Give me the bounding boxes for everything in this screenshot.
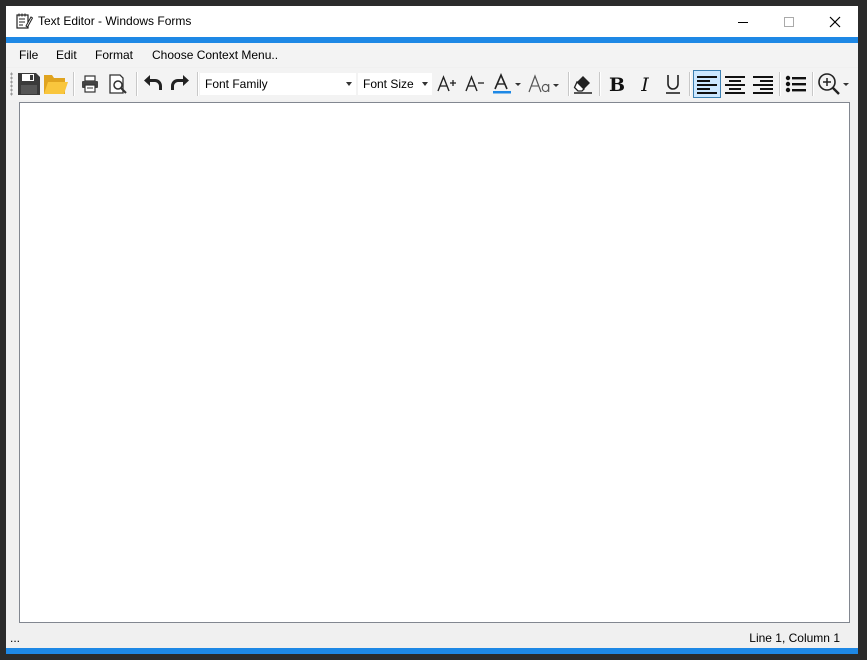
- close-icon: [829, 16, 841, 27]
- chevron-down-icon: [422, 82, 428, 86]
- undo-icon: [144, 75, 162, 90]
- decrease-font-icon: [465, 75, 484, 92]
- save-button[interactable]: [16, 71, 42, 97]
- print-preview-icon: [109, 74, 127, 94]
- app-window: Text Editor - Windows Forms File Edit Fo…: [6, 6, 858, 654]
- font-color-icon: [493, 73, 521, 94]
- underline-button[interactable]: [660, 71, 686, 97]
- accent-bar-bottom: [6, 648, 858, 654]
- print-button[interactable]: [77, 71, 103, 97]
- align-right-button[interactable]: [750, 71, 776, 97]
- status-bar: ... Line 1, Column 1: [6, 628, 858, 648]
- maximize-icon: [784, 16, 794, 27]
- italic-icon: I: [640, 74, 649, 94]
- font-family-combo[interactable]: Font Family: [200, 73, 356, 95]
- undo-button[interactable]: [140, 71, 166, 97]
- toolbar-separator: [779, 72, 781, 96]
- align-left-button[interactable]: [693, 70, 721, 98]
- notepad-icon: [15, 12, 33, 30]
- underline-icon: [666, 75, 680, 94]
- toolbar-separator: [73, 72, 75, 96]
- redo-icon: [171, 75, 189, 90]
- toolbar-grip[interactable]: [10, 72, 13, 96]
- change-case-button[interactable]: [527, 71, 561, 97]
- increase-font-icon: [437, 75, 456, 92]
- svg-text:B: B: [609, 74, 625, 94]
- toolbar-separator: [599, 72, 601, 96]
- toolbar-separator: [197, 72, 199, 96]
- increase-font-button[interactable]: [434, 71, 460, 97]
- align-right-icon: [753, 76, 773, 94]
- redo-button[interactable]: [167, 71, 193, 97]
- svg-text:I: I: [640, 74, 649, 94]
- close-button[interactable]: [812, 6, 858, 37]
- minimize-icon: [738, 21, 748, 23]
- bold-icon: B: [609, 74, 625, 94]
- print-icon: [82, 75, 98, 93]
- menu-bar: File Edit Format Choose Context Menu..: [6, 43, 858, 67]
- toolbar-separator: [812, 72, 814, 96]
- font-family-value: Font Family: [205, 77, 268, 91]
- toolbar-separator: [136, 72, 138, 96]
- bullet-list-button[interactable]: [783, 71, 809, 97]
- font-color-button[interactable]: [490, 71, 524, 97]
- cursor-position: Line 1, Column 1: [749, 631, 840, 645]
- decrease-font-button[interactable]: [462, 71, 488, 97]
- font-size-combo[interactable]: Font Size: [358, 73, 432, 95]
- toolbar-separator: [689, 72, 691, 96]
- bold-button[interactable]: B: [604, 71, 630, 97]
- bullet-list-icon: [785, 75, 806, 93]
- align-center-button[interactable]: [722, 71, 748, 97]
- clear-format-button[interactable]: [570, 71, 596, 97]
- minimize-button[interactable]: [720, 6, 766, 37]
- italic-button[interactable]: I: [632, 71, 658, 97]
- save-icon: [18, 73, 40, 95]
- menu-edit[interactable]: Edit: [56, 43, 77, 67]
- menu-choose-context[interactable]: Choose Context Menu..: [152, 43, 278, 67]
- zoom-button[interactable]: [816, 71, 852, 97]
- align-left-icon: [697, 76, 717, 94]
- zoom-icon: [818, 73, 849, 95]
- open-button[interactable]: [43, 71, 69, 97]
- align-center-icon: [725, 76, 745, 94]
- open-folder-icon: [44, 75, 68, 94]
- menu-file[interactable]: File: [19, 43, 38, 67]
- maximize-button[interactable]: [766, 6, 812, 37]
- print-preview-button[interactable]: [105, 71, 131, 97]
- chevron-down-icon: [346, 82, 352, 86]
- menu-format[interactable]: Format: [95, 43, 133, 67]
- status-left-text: ...: [10, 631, 21, 645]
- title-bar[interactable]: Text Editor - Windows Forms: [6, 6, 858, 37]
- toolbar: Font Family Font Size B I: [6, 68, 858, 100]
- clear-format-icon: [573, 76, 592, 94]
- window-title: Text Editor - Windows Forms: [38, 14, 192, 28]
- font-size-value: Font Size: [363, 77, 414, 91]
- change-case-icon: [528, 74, 559, 93]
- editor-textarea[interactable]: [19, 102, 850, 623]
